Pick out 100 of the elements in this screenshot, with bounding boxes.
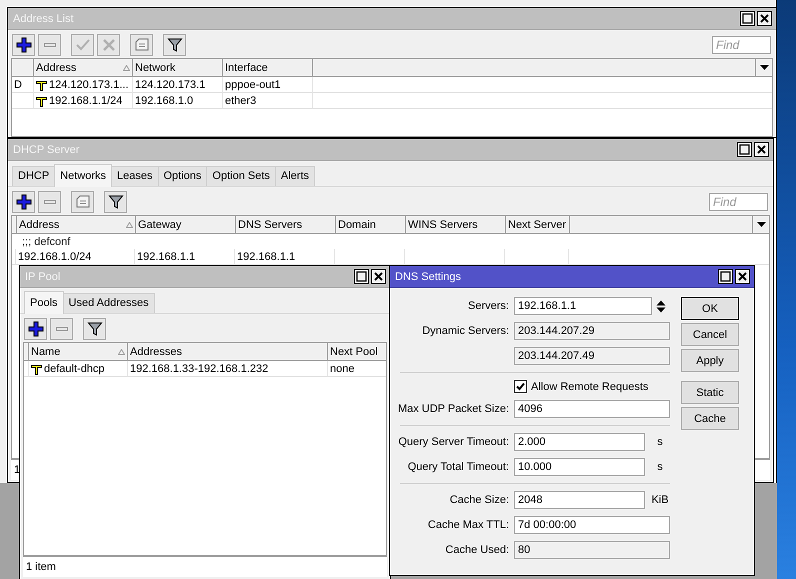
table-cell: 192.168.1.1 — [135, 249, 235, 264]
table-cell: 192.168.1.1/24 — [34, 93, 133, 108]
close-icon[interactable] — [757, 11, 772, 26]
table-cell: 192.168.1.33-192.168.1.232 — [128, 361, 328, 376]
maximize-icon[interactable] — [737, 142, 752, 157]
column-header[interactable]: Interface — [223, 59, 313, 76]
table-cell: 124.120.173.1 — [133, 77, 223, 92]
input-field[interactable]: 2048 — [514, 491, 645, 509]
input-field[interactable]: 2.000 — [514, 433, 645, 451]
column-header[interactable]: Address — [34, 59, 133, 76]
input-field[interactable]: 192.168.1.1 — [514, 297, 652, 315]
add-button[interactable] — [24, 318, 47, 340]
dialog-button[interactable]: Cancel — [681, 323, 739, 346]
checkbox-label: Allow Remote Requests — [531, 380, 648, 392]
dropdown-icon[interactable] — [756, 222, 766, 227]
column-header[interactable]: Addresses — [128, 343, 328, 360]
column-header[interactable]: Name — [29, 343, 128, 360]
tab[interactable]: Pools — [24, 291, 64, 314]
dropdown-icon[interactable] — [760, 65, 768, 70]
column-header[interactable]: Domain — [336, 216, 406, 233]
table-cell: 192.168.1.1 — [235, 249, 335, 264]
filter-button[interactable] — [83, 318, 106, 340]
input-field[interactable]: 10.000 — [514, 458, 645, 476]
comment-button[interactable] — [71, 190, 94, 212]
readonly-field[interactable]: 203.144.207.49 — [514, 347, 670, 365]
address-icon — [31, 362, 42, 374]
plus-icon — [28, 320, 44, 336]
tab[interactable]: Networks — [54, 164, 112, 187]
note-icon — [74, 194, 90, 210]
tab[interactable]: Option Sets — [206, 166, 276, 186]
maximize-icon[interactable] — [354, 269, 369, 284]
unit-label: KiB — [651, 494, 669, 506]
plus-icon — [16, 36, 32, 52]
filter-icon — [108, 194, 124, 210]
table-cell: 192.168.1.0 — [133, 93, 223, 108]
input-field[interactable]: 7d 00:00:00 — [514, 516, 670, 534]
tab[interactable]: Alerts — [274, 166, 316, 186]
check-icon — [74, 36, 90, 52]
field-label: Dynamic Servers: — [422, 325, 509, 337]
dialog-button[interactable]: Apply — [681, 349, 739, 372]
find-field[interactable]: Find — [709, 192, 768, 210]
table-cell: ether3 — [223, 93, 313, 108]
table-cell: pppoe-out1 — [223, 77, 313, 92]
close-icon[interactable] — [371, 269, 386, 284]
comment-text: ;;; defconf — [22, 236, 70, 248]
add-button[interactable] — [12, 34, 35, 56]
plus-icon — [16, 194, 32, 210]
tab[interactable]: DHCP — [12, 166, 56, 186]
close-icon[interactable] — [735, 269, 750, 284]
field-label: Max UDP Packet Size: — [398, 403, 509, 415]
tab[interactable]: Options — [158, 166, 208, 186]
spinner-icon[interactable] — [656, 300, 666, 312]
filter-button[interactable] — [163, 34, 186, 56]
close-icon[interactable] — [754, 142, 769, 157]
filter-icon — [86, 320, 102, 336]
column-header[interactable]: Next Pool — [328, 343, 386, 360]
flag-text: D — [14, 78, 22, 90]
cross-icon — [100, 36, 116, 52]
column-header[interactable]: Network — [133, 59, 223, 76]
note-icon — [134, 36, 150, 52]
column-header[interactable]: DNS Servers — [236, 216, 336, 233]
filter-button[interactable] — [104, 190, 127, 212]
table-cell: 124.120.173.1... — [34, 77, 133, 92]
checkbox[interactable] — [514, 380, 527, 393]
maximize-icon[interactable] — [718, 269, 733, 284]
filter-icon — [166, 36, 182, 52]
sort-icon — [123, 64, 130, 70]
unit-label: s — [657, 436, 663, 448]
tab[interactable]: Used Addresses — [62, 293, 155, 313]
field-label: Cache Size: — [450, 494, 509, 506]
readonly-field[interactable]: 203.144.207.29 — [514, 322, 670, 340]
column-header[interactable]: Address — [17, 216, 136, 233]
dialog-button[interactable]: Static — [681, 381, 739, 404]
dialog-button[interactable]: Cache — [681, 407, 739, 430]
field-label: Query Server Timeout: — [398, 436, 509, 448]
table-cell: 192.168.1.0/24 — [16, 249, 135, 264]
address-icon — [36, 94, 47, 106]
column-header[interactable]: WINS Servers — [406, 216, 506, 233]
window-title: DNS Settings — [394, 270, 462, 282]
field-label: Servers: — [468, 300, 509, 312]
minus-icon — [44, 200, 56, 204]
find-field[interactable]: Find — [712, 36, 771, 54]
add-button[interactable] — [12, 190, 35, 212]
address-icon — [36, 78, 47, 90]
input-field[interactable]: 4096 — [514, 400, 670, 418]
sort-icon — [126, 222, 133, 228]
readonly-field[interactable]: 80 — [514, 541, 670, 559]
maximize-icon[interactable] — [740, 11, 755, 26]
field-label: Cache Used: — [445, 544, 509, 556]
tab[interactable]: Leases — [111, 166, 158, 186]
minus-icon — [44, 42, 56, 46]
sort-icon — [118, 348, 125, 354]
field-label: Cache Max TTL: — [428, 519, 509, 531]
column-header[interactable]: Gateway — [136, 216, 236, 233]
table-cell: none — [328, 361, 386, 376]
dialog-button[interactable]: OK — [681, 297, 739, 320]
comment-button[interactable] — [130, 34, 153, 56]
minus-icon — [56, 326, 68, 330]
table-cell: default-dhcp — [29, 361, 128, 376]
column-header[interactable]: Next Server — [506, 216, 570, 233]
